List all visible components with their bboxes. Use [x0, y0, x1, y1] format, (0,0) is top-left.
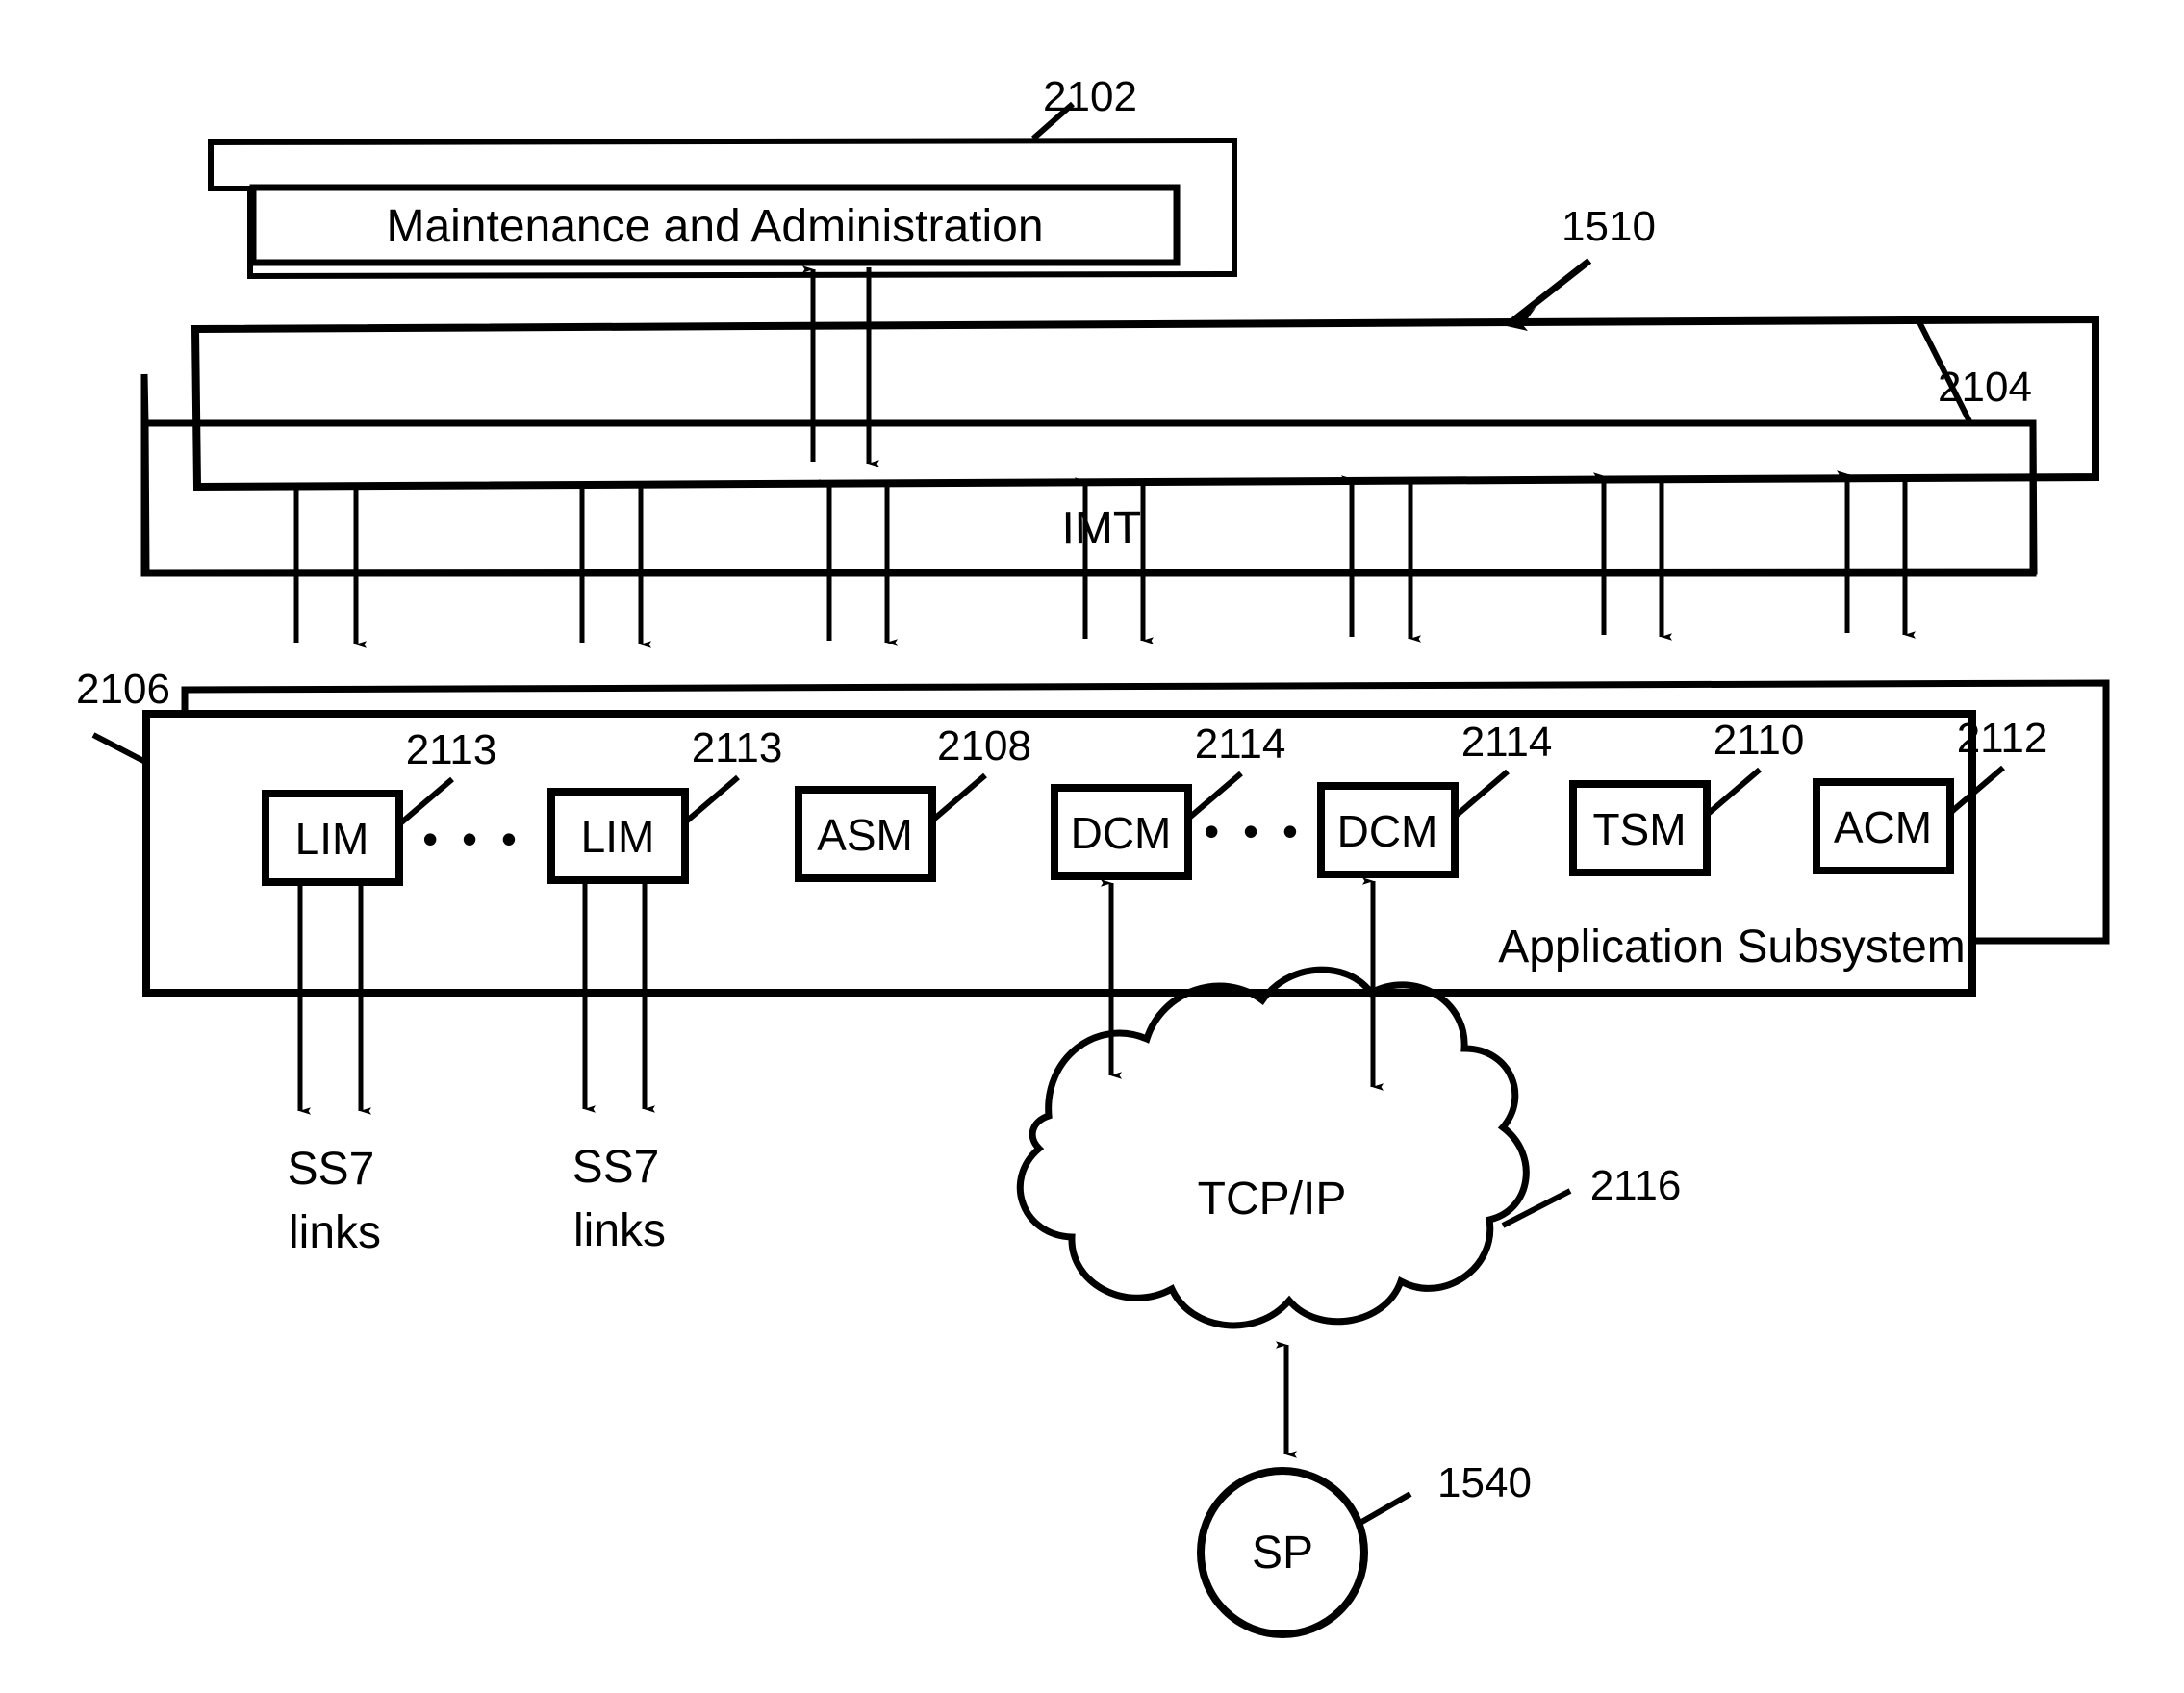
ref-2108: 2108 — [937, 722, 1031, 770]
ref-2116: 2116 — [1590, 1162, 1682, 1209]
ref-1540: 1540 — [1437, 1459, 1532, 1506]
imt-bar — [190, 315, 2099, 492]
ref-2102: 2102 — [1043, 73, 1137, 120]
figure-canvas: Maintenance and Administration 2102 1510… — [0, 0, 2184, 1693]
dcm-ellipsis: • • • — [1204, 806, 1304, 856]
sp-node-label: SP — [1252, 1528, 1313, 1579]
module-label-asm: ASM — [817, 810, 913, 860]
sp-leader — [1357, 1491, 1412, 1527]
ref-2113-b: 2113 — [692, 724, 783, 771]
imt-label: IMT — [1061, 503, 1141, 554]
app-subsystem-leader — [91, 732, 149, 766]
ref-2106: 2106 — [76, 666, 170, 713]
imt-module-arrows — [286, 470, 1916, 648]
ss7-label-2-line2: links — [573, 1205, 666, 1256]
app-subsystem-label: Application Subsystem — [1498, 922, 1966, 973]
ref-1510: 1510 — [1562, 203, 1656, 250]
ref-2113-a: 2113 — [406, 726, 497, 773]
tcpip-cloud-label: TCP/IP — [1198, 1174, 1347, 1225]
module-label-acm: ACM — [1834, 802, 1932, 852]
ref-2104: 2104 — [1938, 364, 2032, 411]
ref-2110: 2110 — [1714, 717, 1805, 764]
diagram-svg: Maintenance and Administration 2102 1510… — [76, 73, 2110, 1638]
tcpip-cloud — [1016, 966, 1530, 1329]
ss7-label-1-line1: SS7 — [288, 1144, 375, 1195]
dcm-cloud-arrows — [1101, 877, 1384, 1091]
ref-2112: 2112 — [1957, 715, 2048, 762]
lim-ellipsis: • • • — [422, 814, 522, 864]
module-label-tsm: TSM — [1592, 804, 1686, 854]
maintenance-block-label: Maintenance and Administration — [386, 201, 1043, 252]
module-label-dcm-2: DCM — [1337, 806, 1438, 856]
ref-2114-a: 2114 — [1195, 720, 1286, 768]
module-label-lim-2: LIM — [581, 812, 655, 862]
module-label-lim-1: LIM — [295, 814, 369, 864]
module-label-dcm-1: DCM — [1071, 808, 1172, 858]
ss7-label-1-line2: links — [289, 1207, 381, 1258]
ss7-label-2-line1: SS7 — [572, 1142, 660, 1193]
ref-2114-b: 2114 — [1461, 719, 1553, 766]
